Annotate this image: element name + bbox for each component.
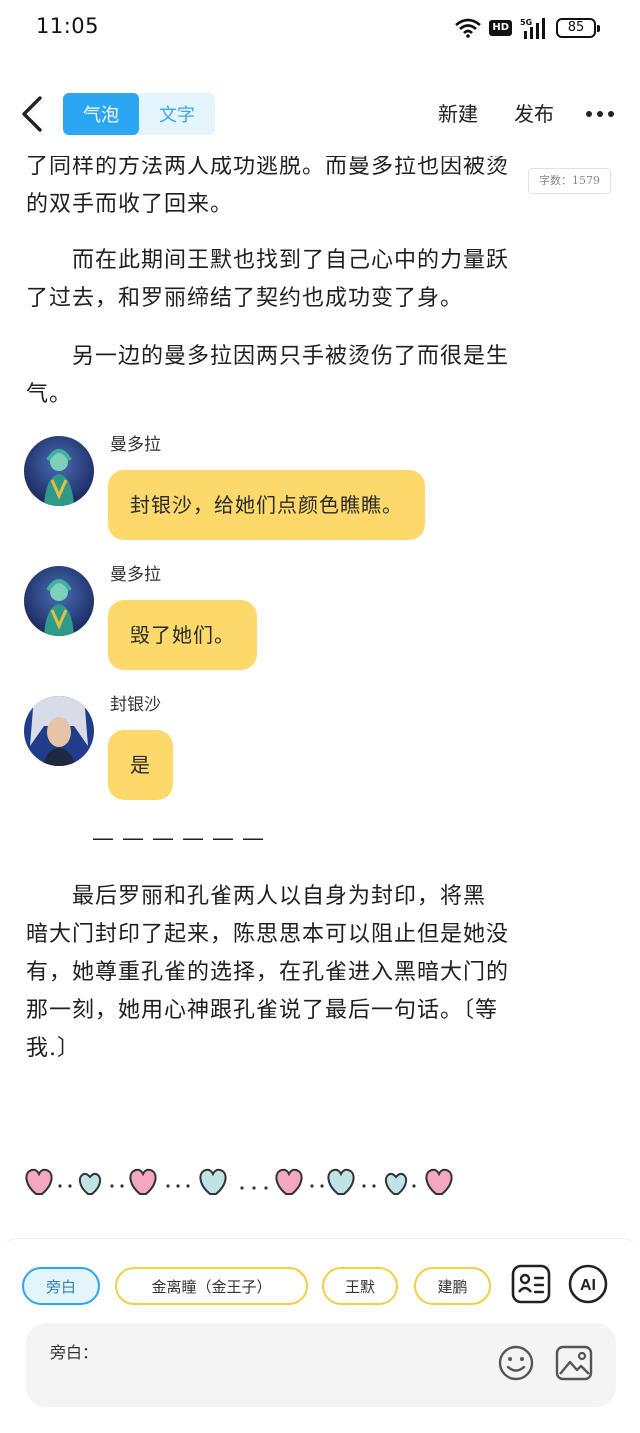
mode-switch: 气泡 文字 — [63, 93, 215, 135]
message-bubble[interactable]: 毁了她们。 — [108, 600, 257, 670]
word-count-badge: 字数：1579 — [528, 168, 611, 194]
battery-indicator: 85 — [556, 18, 600, 38]
status-icons: HD 5G 85 — [455, 14, 600, 42]
signal-icon: 5G — [520, 17, 548, 39]
message-bubble[interactable]: 封银沙，给她们点颜色瞧瞧。 — [108, 470, 425, 540]
story-content[interactable]: 了同样的方法两人成功逃脱。而曼多拉也因被烫 的双手而收了回来。 字数：1579 … — [0, 156, 640, 1236]
paragraph-line: 最后罗丽和孔雀两人以自身为封印，将黑 — [26, 884, 487, 909]
ai-assistant-icon[interactable]: AI — [567, 1263, 609, 1305]
dialogue-input-field[interactable]: 旁白： — [26, 1323, 616, 1407]
paragraph-line: 暗大门封印了起来，陈思思本可以阻止但是她没 — [26, 922, 510, 947]
more-options-icon[interactable] — [584, 104, 616, 124]
ai-label: AI — [580, 1277, 596, 1294]
wifi-icon — [455, 18, 482, 38]
status-bar: 11:05 HD 5G 85 — [0, 0, 640, 56]
back-arrow-icon[interactable] — [18, 94, 48, 134]
image-icon[interactable] — [554, 1343, 594, 1383]
paragraph-line: 我.〕 — [26, 1036, 80, 1061]
avatar[interactable] — [24, 696, 94, 766]
role-chip-jin-lietong[interactable]: 金离瞳（金王子） — [115, 1267, 308, 1305]
paragraph-line: 有，她尊重孔雀的选择，在孔雀进入黑暗大门的 — [26, 960, 510, 985]
paragraph-line: 气。 — [26, 382, 73, 407]
role-chip-jian-peng[interactable]: 建鹏 — [414, 1267, 491, 1305]
mode-bubble-tab[interactable]: 气泡 — [63, 93, 139, 135]
avatar[interactable] — [24, 566, 94, 636]
role-chip-narrator[interactable]: 旁白 — [22, 1267, 100, 1305]
bottom-editor-panel: 旁白 金离瞳（金王子） 王默 建鹏 AI 旁白： — [0, 1238, 640, 1433]
avatar[interactable] — [24, 436, 94, 506]
role-chip-wang-mo[interactable]: 王默 — [322, 1267, 398, 1305]
mode-text-tab[interactable]: 文字 — [139, 93, 215, 135]
smiley-icon[interactable] — [496, 1343, 536, 1383]
paragraph-line: 另一边的曼多拉因两只手被烫伤了而很是生 — [26, 344, 510, 369]
paragraph-3: 另一边的曼多拉因两只手被烫伤了而很是生 气。 — [26, 338, 610, 414]
paragraph-1: 了同样的方法两人成功逃脱。而曼多拉也因被烫 的双手而收了回来。 — [26, 156, 610, 224]
hd-badge: HD — [489, 20, 512, 36]
speaker-name: 曼多拉 — [110, 565, 161, 585]
paragraph-line: 了同样的方法两人成功逃脱。而曼多拉也因被烫 — [26, 156, 510, 179]
paragraph-line: 的双手而收了回来。 — [26, 192, 234, 217]
new-button[interactable]: 新建 — [438, 98, 478, 127]
role-card-icon[interactable] — [510, 1263, 552, 1305]
paragraph-line: 那一刻，她用心神跟孔雀说了最后一句话。〔等 — [26, 998, 499, 1023]
paragraph-line: 而在此期间王默也找到了自己心中的力量跃 — [26, 248, 510, 273]
input-speaker-label: 旁白： — [50, 1343, 99, 1362]
speaker-name: 封银沙 — [110, 695, 161, 715]
hearts-decoration — [25, 1168, 453, 1195]
message-bubble[interactable]: 是 — [108, 730, 173, 800]
status-time: 11:05 — [36, 14, 100, 38]
publish-button[interactable]: 发布 — [514, 98, 554, 127]
scene-divider: —————— — [92, 826, 272, 851]
paragraph-line: 了过去，和罗丽缔结了契约也成功变了身。 — [26, 286, 464, 311]
speaker-name: 曼多拉 — [110, 435, 161, 455]
top-nav: 气泡 文字 新建 发布 — [0, 86, 640, 142]
paragraph-2: 而在此期间王默也找到了自己心中的力量跃 了过去，和罗丽缔结了契约也成功变了身。 — [26, 242, 610, 318]
svg-text:5G: 5G — [520, 18, 532, 27]
paragraph-4: 最后罗丽和孔雀两人以自身为封印，将黑 暗大门封印了起来，陈思思本可以阻止但是她没… — [26, 878, 610, 1068]
